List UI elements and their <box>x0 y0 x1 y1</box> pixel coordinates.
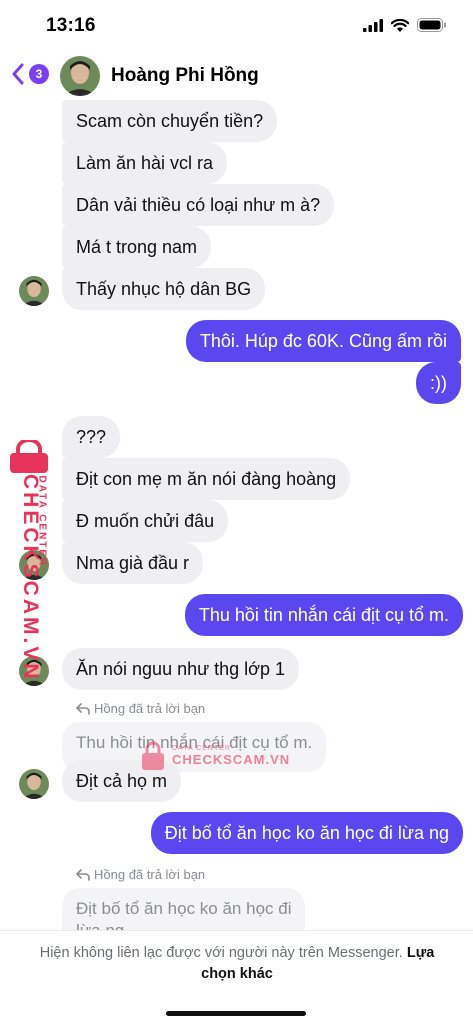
signal-icon <box>363 18 383 32</box>
message-outgoing[interactable]: :)) <box>416 362 461 404</box>
footer-text: Hiện không liên lạc được với người này t… <box>39 945 403 961</box>
reply-indicator: Hồng đã trả lời bạn <box>76 701 205 716</box>
lock-icon <box>10 440 48 473</box>
message-incoming[interactable]: Làm ăn hài vcl ra <box>62 142 228 184</box>
message-incoming[interactable]: Thấy nhục hộ dân BG <box>62 268 266 310</box>
watermark-sub-text: DATA CENTER <box>36 475 48 568</box>
avatar-image <box>60 56 100 96</box>
quoted-message[interactable]: Địt bố tổ ăn học ko ăn học đi lừa ng <box>62 888 306 930</box>
unread-count-badge: 3 <box>29 64 49 84</box>
sender-avatar[interactable] <box>19 276 49 306</box>
chevron-left-icon <box>12 63 24 85</box>
battery-icon <box>417 18 446 32</box>
contact-avatar[interactable] <box>60 56 100 96</box>
message-outgoing[interactable]: Thu hồi tin nhắn cái địt cụ tổ m. <box>184 594 463 636</box>
message-incoming[interactable]: Địt con mẹ m ăn nói đàng hoàng <box>62 458 351 500</box>
watermark-vertical: CHECKSCAM.VN DATA CENTER <box>2 440 54 682</box>
message-list[interactable]: Scam còn chuyển tiền? Làm ăn hài vcl ra … <box>0 100 473 930</box>
message-incoming[interactable]: ??? <box>62 416 121 458</box>
home-indicator[interactable] <box>166 1011 306 1016</box>
watermark-sub-text: DATA CENTER <box>172 745 231 752</box>
reply-indicator: Hồng đã trả lời bạn <box>76 867 205 882</box>
reply-arrow-icon <box>76 868 90 881</box>
status-time: 13:16 <box>46 15 96 36</box>
message-outgoing[interactable]: Thôi. Húp đc 60K. Cũng ấm rồi <box>185 320 461 362</box>
chat-header: 3 Hoàng Phi Hồng <box>0 52 473 100</box>
status-bar: 13:16 <box>0 0 473 52</box>
back-button[interactable]: 3 <box>10 62 49 86</box>
message-incoming[interactable]: Ăn nói nguu như thg lớp 1 <box>62 648 300 690</box>
status-icons <box>363 18 447 32</box>
footer-message: Hiện không liên lạc được với người này t… <box>22 943 452 985</box>
message-outgoing[interactable]: Địt bố tổ ăn học ko ăn học đi lừa ng <box>150 812 463 854</box>
sender-avatar[interactable] <box>19 769 49 799</box>
reply-arrow-icon <box>76 702 90 715</box>
watermark-center: DATA CENTER CHECKSCAM.VN <box>140 736 300 776</box>
watermark-main-text: CHECKSCAM.VN <box>172 752 291 767</box>
message-incoming[interactable]: Nma già đầu r <box>62 542 204 584</box>
lock-icon <box>142 741 164 770</box>
quoted-line: lừa ng <box>76 920 291 930</box>
reply-label-text: Hồng đã trả lời bạn <box>94 867 206 882</box>
message-incoming[interactable]: Scam còn chuyển tiền? <box>62 100 278 142</box>
reply-label-text: Hồng đã trả lời bạn <box>94 701 206 716</box>
quoted-line: Địt bố tổ ăn học ko ăn học đi <box>76 899 292 918</box>
message-incoming[interactable]: Dân vải thiều có loại như m à? <box>62 184 335 226</box>
wifi-icon <box>391 18 409 32</box>
message-incoming[interactable]: Đ muốn chửi đâu <box>62 500 229 542</box>
message-incoming[interactable]: Má t trong nam <box>62 226 212 268</box>
blocked-footer: Hiện không liên lạc được với người này t… <box>0 930 473 1024</box>
contact-name[interactable]: Hoàng Phi Hồng <box>111 65 259 87</box>
